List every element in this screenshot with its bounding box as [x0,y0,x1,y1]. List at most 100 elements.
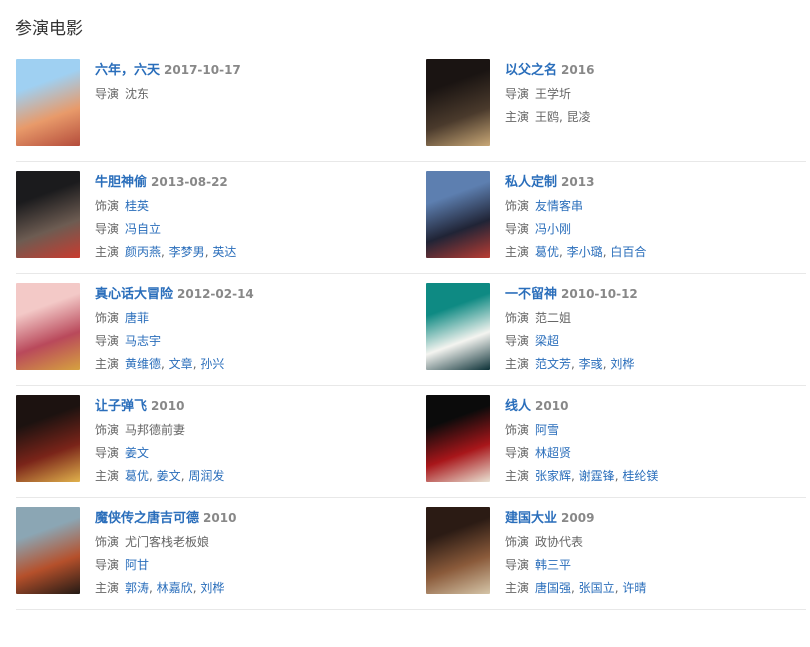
movie-poster[interactable] [426,283,490,370]
meta-label: 导演 [95,334,120,348]
movie-meta-line: 导演 冯小刚 [505,221,796,238]
person-link[interactable]: 孙兴 [200,357,224,371]
movie-title-line: 一不留神 2010-10-12 [505,285,796,304]
person-link[interactable]: 刘桦 [610,357,634,371]
person-link[interactable]: 唐菲 [125,311,149,325]
movie-meta-line: 导演 阿甘 [95,557,386,574]
movie-title-link[interactable]: 建国大业 [505,511,557,526]
movie-card: 一不留神 2010-10-12 饰演 范二姐 导演 梁超 主演 范文芳, 李彧, 刘桦 [426,283,796,383]
movie-meta-line: 导演 沈东 [95,86,386,103]
meta-label: 主演 [505,245,530,259]
person-link[interactable]: 冯自立 [125,222,161,236]
person-link[interactable]: 友情客串 [535,199,583,213]
person-link[interactable]: 许晴 [622,581,646,595]
person-link[interactable]: 颜丙燕 [125,245,161,259]
movie-date: 2009 [561,511,595,525]
person-name: 马邦德前妻 [125,423,186,437]
person-link[interactable]: 英达 [212,245,236,259]
person-link[interactable]: 阿雪 [535,423,559,437]
person-link[interactable]: 葛优 [535,245,559,259]
person-link[interactable]: 周润发 [188,469,224,483]
person-link[interactable]: 冯小刚 [535,222,571,236]
movie-poster[interactable] [426,59,490,146]
movie-title-link[interactable]: 真心话大冒险 [95,287,173,302]
movie-date: 2012-02-14 [177,287,254,301]
person-link[interactable]: 张家辉 [535,469,571,483]
person-link[interactable]: 张国立 [579,581,615,595]
person-link[interactable]: 刘桦 [200,581,224,595]
person-link[interactable]: 范文芳 [535,357,571,371]
movie-title-link[interactable]: 线人 [505,399,531,414]
person-link[interactable]: 李彧 [579,357,603,371]
movie-title-link[interactable]: 牛胆神偷 [95,175,147,190]
movie-title-link[interactable]: 魔侠传之唐吉可德 [95,511,199,526]
movie-meta-line: 主演 葛优, 李小璐, 白百合 [505,244,796,261]
movie-meta-line: 饰演 尤门客栈老板娘 [95,534,386,551]
person-link[interactable]: 梁超 [535,334,559,348]
meta-label: 导演 [95,87,120,101]
movie-poster[interactable] [16,395,80,482]
person-link[interactable]: 桂纶镁 [622,469,658,483]
meta-label: 导演 [505,87,530,101]
person-link[interactable]: 姜文 [125,446,149,460]
person-link[interactable]: 桂英 [125,199,149,213]
movie-row: 牛胆神偷 2013-08-22 饰演 桂英 导演 冯自立 主演 颜丙燕, 李梦男, 英达 私人定… [16,162,806,274]
meta-label: 导演 [505,558,530,572]
movie-meta-line: 导演 林超贤 [505,445,796,462]
movie-date: 2010 [535,399,569,413]
movie-info: 私人定制 2013 饰演 友情客串 导演 冯小刚 主演 葛优, 李小璐, 白百合 [505,173,796,267]
person-link[interactable]: 葛优 [125,469,149,483]
name-separator: , [149,581,157,595]
movie-poster[interactable] [426,171,490,258]
movie-poster[interactable] [16,283,80,370]
person-link[interactable]: 文章 [169,357,193,371]
name-separator: , [161,245,169,259]
person-link[interactable]: 郭涛 [125,581,149,595]
person-link[interactable]: 谢霆锋 [579,469,615,483]
movie-poster[interactable] [16,507,80,594]
meta-label: 导演 [95,446,120,460]
movie-poster[interactable] [426,395,490,482]
person-link[interactable]: 阿甘 [125,558,149,572]
person-name: 范二姐 [535,311,572,325]
movie-title-line: 让子弹飞 2010 [95,397,386,416]
person-link[interactable]: 李小璐 [567,245,603,259]
meta-label: 饰演 [505,535,530,549]
person-link[interactable]: 林超贤 [535,446,571,460]
name-separator: , [571,581,579,595]
person-link[interactable]: 马志宇 [125,334,161,348]
person-link[interactable]: 白百合 [610,245,646,259]
movie-title-link[interactable]: 让子弹飞 [95,399,147,414]
person-name: 王鸥, 昆凌 [535,110,591,124]
movie-title-line: 建国大业 2009 [505,509,796,528]
meta-label: 饰演 [95,535,120,549]
meta-label: 导演 [95,558,120,572]
movie-title-link[interactable]: 以父之名 [505,63,557,78]
person-link[interactable]: 李梦男 [169,245,205,259]
meta-label: 主演 [95,469,120,483]
movie-card: 魔侠传之唐吉可德 2010 饰演 尤门客栈老板娘 导演 阿甘 主演 郭涛, 林嘉欣, 刘桦 [16,507,386,607]
person-link[interactable]: 韩三平 [535,558,571,572]
movie-poster[interactable] [426,507,490,594]
person-link[interactable]: 唐国强 [535,581,571,595]
meta-label: 导演 [505,222,530,236]
movie-card: 线人 2010 饰演 阿雪 导演 林超贤 主演 张家辉, 谢霆锋, 桂纶镁 [426,395,796,495]
person-link[interactable]: 林嘉欣 [157,581,193,595]
movie-row: 六年，六天 2017-10-17 导演 沈东 以父之名 2016 导演 王学圻 主演 王鸥, 昆凌 [16,50,806,162]
movie-poster[interactable] [16,59,80,146]
movie-info: 真心话大冒险 2012-02-14 饰演 唐菲 导演 马志宇 主演 黄维德, 文章, 孙兴 [95,285,386,379]
person-link[interactable]: 姜文 [157,469,181,483]
meta-label: 饰演 [505,311,530,325]
movie-card: 私人定制 2013 饰演 友情客串 导演 冯小刚 主演 葛优, 李小璐, 白百合 [426,171,796,271]
movie-title-link[interactable]: 六年，六天 [95,63,160,78]
movie-date: 2016 [561,63,595,77]
movie-title-link[interactable]: 一不留神 [505,287,557,302]
person-link[interactable]: 黄维德 [125,357,161,371]
meta-label: 饰演 [505,423,530,437]
movie-title-link[interactable]: 私人定制 [505,175,557,190]
movie-poster[interactable] [16,171,80,258]
movie-meta-line: 主演 范文芳, 李彧, 刘桦 [505,356,796,373]
movie-meta-line: 饰演 桂英 [95,198,386,215]
movie-meta-line: 饰演 友情客串 [505,198,796,215]
movie-meta-line: 主演 唐国强, 张国立, 许晴 [505,580,796,597]
